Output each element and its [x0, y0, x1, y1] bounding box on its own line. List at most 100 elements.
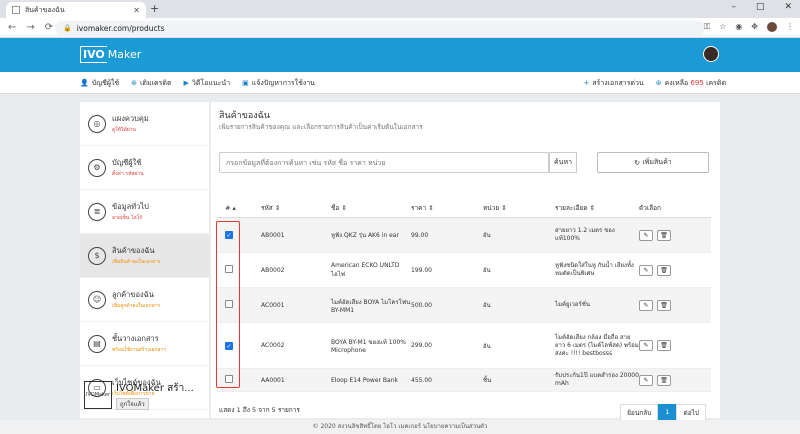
page-subtitle: เพิ่มรายการสินค้าของคุณ และเลือกรายการสิ… [219, 123, 423, 131]
address-bar: ← → ⟳ 🔒 ivomaker.com/products ⚿ ☆ ◉ ✥ ⋮ [0, 18, 800, 38]
cell-code: AC0002 [261, 342, 285, 349]
facebook-page-widget[interactable]: IVOMaker IVOMaker สร้า... ถูกใจแล้ว [80, 376, 210, 414]
maximize-icon[interactable]: □ [756, 2, 765, 12]
col-header-code[interactable]: รหัส ⇕ [261, 203, 331, 213]
key-icon[interactable]: ⚿ [704, 22, 710, 32]
browser-tab-strip: สินค้าของฉัน ✕ + – □ ✕ [0, 0, 800, 18]
trash-icon[interactable]: 🗑 [657, 374, 671, 386]
cell-code: AA0001 [261, 376, 285, 384]
nav-link-report[interactable]: ▣ แจ้งปัญหาการใช้งาน [242, 78, 315, 89]
fb-like-button[interactable]: ถูกใจแล้ว [116, 397, 149, 410]
edit-icon[interactable]: ✎ [639, 340, 653, 351]
trash-icon[interactable]: 🗑 [657, 229, 671, 241]
trash-icon[interactable]: 🗑 [657, 299, 671, 311]
col-header-name[interactable]: ชื่อ ⇕ [331, 203, 411, 213]
report-icon: ▣ [242, 79, 249, 87]
edit-icon[interactable]: ✎ [639, 299, 653, 311]
sidebar: ◎ แผงควบคุม ดูให้ได้ผ่าน ⚙ บัญชีผู้ใช้ ตั้… [80, 102, 210, 418]
col-header-price[interactable]: ราคา ⇕ [411, 203, 483, 213]
cell-name: American ECKO UNLTD ไฮไฟ [331, 261, 400, 278]
sidebar-item-documents[interactable]: ▤ ชั้นวางเอกสาร พร้อมใช้งานสร้างเอกสาร [80, 322, 209, 366]
col-header-unit[interactable]: หน่วย ⇕ [483, 203, 555, 213]
app-logo[interactable]: IVO Maker [80, 46, 141, 63]
star-icon[interactable]: ☆ [719, 22, 726, 32]
add-product-button[interactable]: ↻ เพิ่มสินค้า [597, 152, 709, 173]
window-controls: – □ ✕ [731, 2, 792, 12]
edit-icon[interactable]: ✎ [639, 374, 653, 386]
edit-icon[interactable]: ✎ [639, 229, 653, 241]
cell-name: ไมค์อัดเสียง BOYA ไมโครโฟน BY-MM1 [331, 298, 411, 314]
table-row: AC0001 ไมค์อัดเสียง BOYA ไมโครโฟน BY-MM1 5… [217, 288, 711, 323]
database-icon: ≣ [88, 202, 106, 221]
forward-icon[interactable]: → [26, 22, 34, 33]
cell-name: BOYA BY-M1 ของแท้ 100% Microphone [331, 339, 406, 354]
tab-close-icon[interactable]: ✕ [133, 6, 140, 15]
cell-price: 99.00 [411, 231, 429, 239]
nav-link-account[interactable]: 👤 บัญชีผู้ใช้ [80, 78, 119, 89]
video-icon: ▶ [183, 79, 189, 87]
sidebar-item-dashboard[interactable]: ◎ แผงควบคุม ดูให้ได้ผ่าน [80, 102, 209, 146]
table-header: # ▴ รหัส ⇕ ชื่อ ⇕ ราคา ⇕ หน่วย ⇕ รายละเอ… [217, 198, 711, 218]
tab-title: สินค้าของฉัน [25, 5, 65, 14]
cell-unit: ชิ้น [483, 377, 492, 384]
footer: © 2020 สงวนลิขสิทธิ์โดย ไอโว เมคเกอร์ นโ… [0, 420, 800, 434]
user-settings-icon: ⚙ [88, 158, 106, 177]
profile-avatar[interactable] [767, 22, 777, 32]
sidebar-item-account[interactable]: ⚙ บัญชีผู้ใช้ ตั้งค่า รหัสผ่าน [80, 146, 209, 190]
products-table: # ▴ รหัส ⇕ ชื่อ ⇕ ราคา ⇕ หน่วย ⇕ รายละเอ… [217, 198, 711, 392]
plus-icon: + [583, 79, 590, 87]
nav-link-topup[interactable]: ⊛ เติมเครดิต [131, 78, 171, 89]
cell-detail: หูฟังชนิดใส่ในหู กันน้ำ เสียงทั้งหมดัดเป… [555, 262, 634, 277]
dashboard-icon: ◎ [88, 114, 106, 133]
close-window-icon[interactable]: ✕ [784, 2, 792, 12]
col-header-detail[interactable]: รายละเอียด ⇕ [555, 204, 639, 212]
table-row: ✓ AB0001 หูฟัง QKZ รุ่น AK6 in ear 99.00 อัน… [217, 218, 711, 253]
user-avatar[interactable] [703, 46, 719, 62]
cell-unit: อัน [483, 232, 491, 239]
edit-icon[interactable]: ✎ [639, 264, 653, 276]
cell-detail: รับประกัน1ปี แบตสำรอง 20000 mAh [555, 372, 639, 387]
col-header-index[interactable]: # ▴ [217, 204, 261, 212]
cell-name: หูฟัง QKZ รุ่น AK6 in ear [331, 232, 399, 239]
cell-detail: สายยาว 1.2 เมตร ของแท้100% [555, 227, 615, 242]
cell-price: 455.00 [411, 376, 432, 384]
selection-highlight-box [216, 221, 240, 388]
cell-unit: อัน [483, 342, 491, 350]
cell-unit: อัน [483, 267, 491, 274]
cell-detail: ไมค์ยูเวอร์ชั่น [555, 301, 590, 308]
browser-tab[interactable]: สินค้าของฉัน ✕ [6, 2, 146, 18]
cell-price: 199.00 [411, 266, 432, 274]
lock-icon: 🔒 [63, 24, 72, 32]
minimize-icon[interactable]: – [731, 2, 736, 12]
sub-navigation: 👤 บัญชีผู้ใช้ ⊛ เติมเครดิต ▶ วิดีโอแนะนำ ▣ แ… [0, 72, 800, 94]
nav-link-video[interactable]: ▶ วิดีโอแนะนำ [184, 78, 231, 89]
money-icon: $ [88, 246, 106, 265]
camera-icon[interactable]: ◉ [735, 22, 742, 32]
sidebar-item-customers[interactable]: ☺ ลูกค้าของฉัน เพิ่มลูกค้าลงในเอกสาร [80, 278, 209, 322]
page-title: สินค้าของฉัน [219, 111, 270, 121]
credit-balance: ⊛ คงเหลือ 695 เครดิต [655, 79, 726, 87]
table-row: AA0001 Eloop E14 Power Bank 455.00 ชิ้น รับป… [217, 369, 711, 392]
cell-name: Eloop E14 Power Bank [331, 376, 398, 384]
search-input[interactable] [219, 152, 549, 173]
fb-page-name[interactable]: IVOMaker สร้า... [116, 381, 208, 396]
reload-icon[interactable]: ⟳ [45, 22, 53, 33]
url-field[interactable]: 🔒 ivomaker.com/products [55, 21, 705, 35]
url-text: ivomaker.com/products [76, 23, 165, 33]
create-doc-link[interactable]: + สร้างเอกสารด่วน [583, 78, 643, 89]
search-button[interactable]: ค้นหา [549, 152, 577, 173]
back-icon[interactable]: ← [8, 22, 16, 33]
sidebar-item-products[interactable]: $ สินค้าของฉัน เพิ่มสินค้าลงในเอกสาร [80, 234, 209, 278]
new-tab-icon[interactable]: + [150, 2, 159, 15]
cell-unit: อัน [483, 302, 491, 309]
cell-price: 299.00 [411, 342, 432, 349]
trash-icon[interactable]: 🗑 [657, 340, 671, 351]
cell-code: AB0001 [261, 231, 285, 239]
menu-dots-icon[interactable]: ⋮ [786, 22, 794, 32]
table-info: แสดง 1 ถึง 5 จาก 5 รายการ [219, 406, 300, 414]
customers-icon: ☺ [88, 290, 106, 309]
trash-icon[interactable]: 🗑 [657, 264, 671, 276]
sidebar-item-general-info[interactable]: ≣ ข้อมูลทั่วไป ลายเซ็น โลโก้ [80, 190, 209, 234]
cell-code: AB0002 [261, 266, 285, 274]
extension-icon[interactable]: ✥ [751, 22, 758, 32]
